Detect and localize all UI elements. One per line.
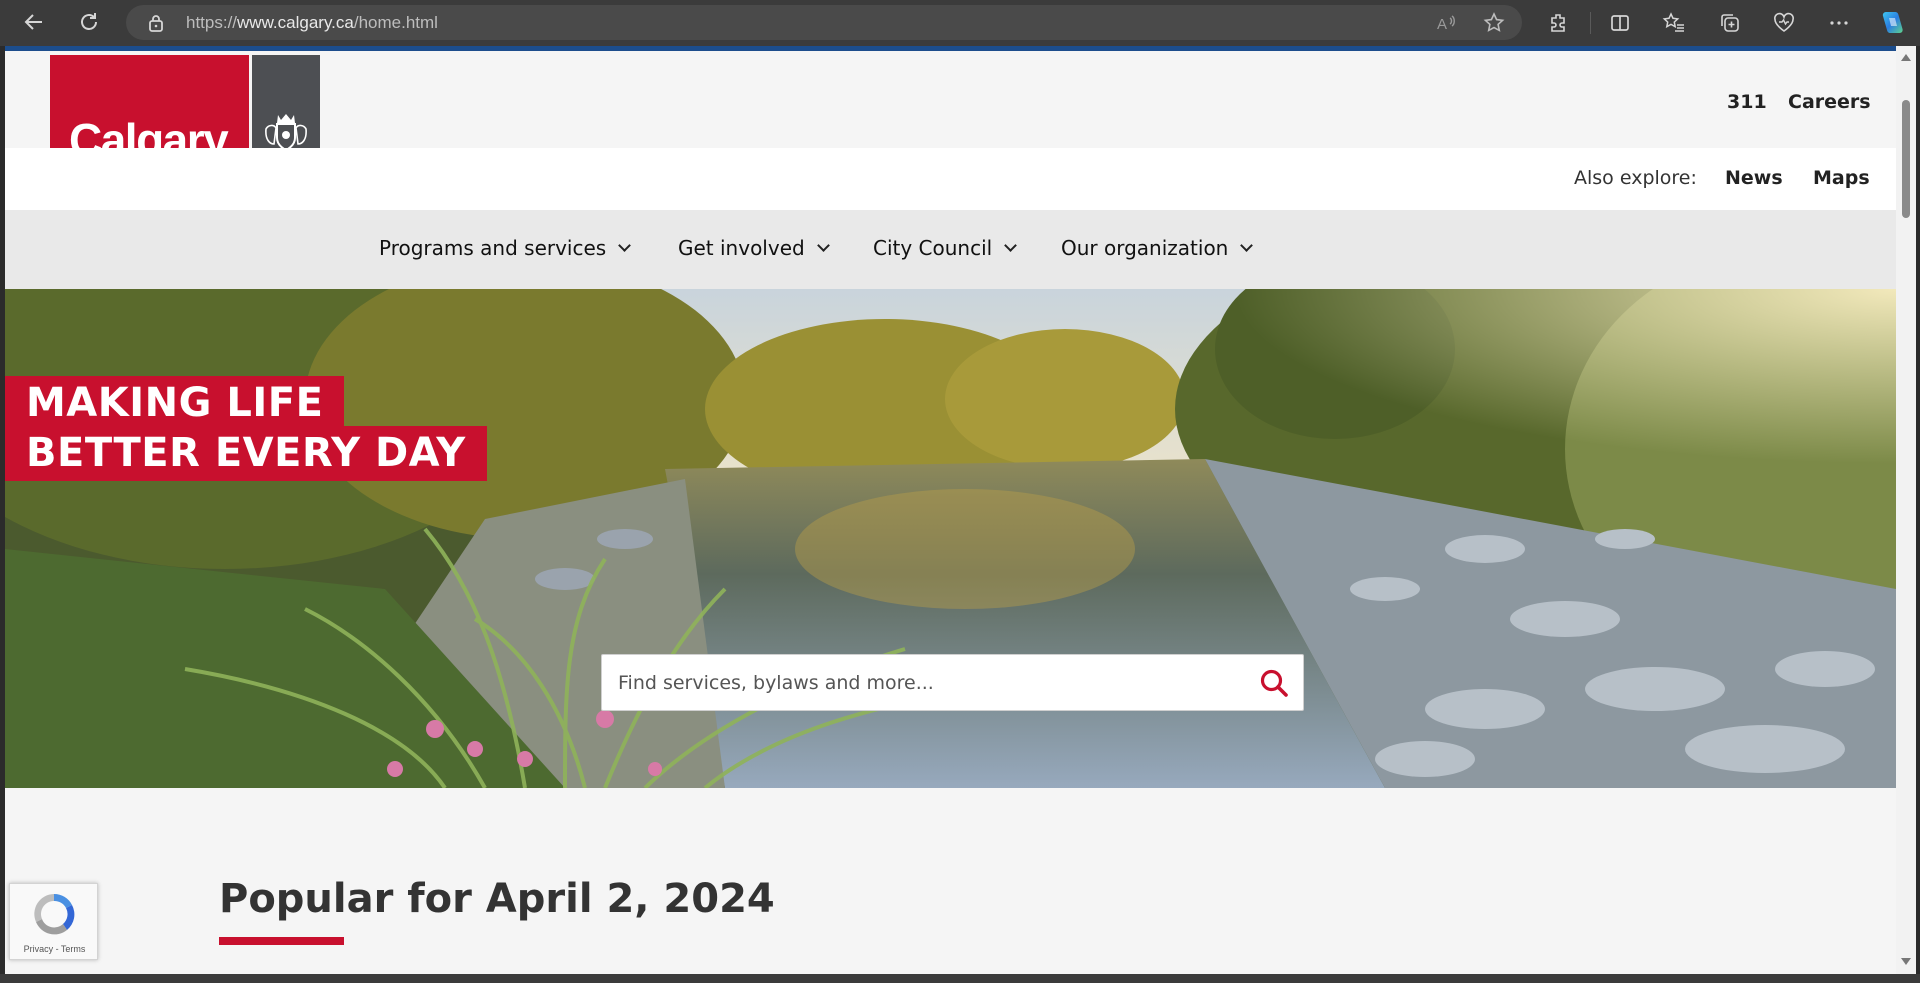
window-bottom-edge bbox=[0, 974, 1920, 983]
nav-item-label: Programs and services bbox=[379, 236, 607, 260]
refresh-icon[interactable] bbox=[71, 4, 107, 40]
hero-banner: MAKING LIFE BETTER EVERY DAY bbox=[5, 289, 1896, 788]
copilot-icon[interactable] bbox=[1874, 5, 1910, 41]
back-icon[interactable] bbox=[16, 4, 52, 40]
lock-icon[interactable] bbox=[148, 14, 164, 36]
scroll-down-arrow-icon[interactable] bbox=[1901, 958, 1911, 965]
search-icon[interactable] bbox=[1259, 668, 1289, 702]
search-input[interactable] bbox=[618, 655, 1238, 710]
favorite-star-icon[interactable] bbox=[1482, 11, 1506, 39]
chevron-down-icon bbox=[816, 238, 830, 252]
heading-underline bbox=[219, 937, 344, 945]
main-navigation: Programs and services Get involved City … bbox=[5, 210, 1896, 289]
collections-icon[interactable] bbox=[1712, 5, 1748, 41]
extensions-icon[interactable] bbox=[1541, 5, 1577, 41]
link-careers[interactable]: Careers bbox=[1788, 91, 1871, 113]
nav-item-label: Our organization bbox=[1061, 236, 1229, 260]
read-aloud-icon[interactable]: A bbox=[1436, 12, 1458, 38]
page-scrollbar[interactable] bbox=[1896, 46, 1916, 974]
recaptcha-badge[interactable]: Privacy - Terms bbox=[9, 883, 98, 960]
url-path: /home.html bbox=[353, 13, 438, 32]
address-bar[interactable]: https://www.calgary.ca/home.html A bbox=[126, 5, 1522, 40]
split-screen-icon[interactable] bbox=[1602, 5, 1638, 41]
scroll-up-arrow-icon[interactable] bbox=[1901, 54, 1911, 61]
url-text[interactable]: https://www.calgary.ca/home.html bbox=[186, 5, 438, 40]
favorites-icon[interactable] bbox=[1656, 5, 1692, 41]
popular-heading: Popular for April 2, 2024 bbox=[219, 876, 775, 922]
also-explore-label: Also explore: bbox=[1574, 167, 1697, 189]
web-page: Calgary 311 Careers Also explore: News M… bbox=[5, 46, 1896, 974]
url-host: www.calgary.ca bbox=[237, 13, 354, 32]
recaptcha-icon bbox=[34, 893, 75, 935]
chevron-down-icon bbox=[618, 238, 632, 252]
chevron-down-icon bbox=[1240, 238, 1254, 252]
browser-essentials-icon[interactable] bbox=[1766, 5, 1802, 41]
url-prefix: https:// bbox=[186, 13, 238, 32]
chevron-down-icon bbox=[1004, 238, 1018, 252]
nav-our-organization[interactable]: Our organization bbox=[1061, 236, 1254, 260]
scrollbar-thumb[interactable] bbox=[1902, 100, 1910, 218]
hero-tagline-line-2: BETTER EVERY DAY bbox=[5, 426, 487, 481]
nav-item-label: Get involved bbox=[678, 236, 805, 260]
link-news[interactable]: News bbox=[1725, 167, 1783, 189]
browser-toolbar: https://www.calgary.ca/home.html A bbox=[0, 0, 1920, 46]
link-maps[interactable]: Maps bbox=[1813, 167, 1870, 189]
toolbar-separator bbox=[1590, 12, 1591, 34]
nav-programs-and-services[interactable]: Programs and services bbox=[379, 236, 632, 260]
hero-tagline-line-1: MAKING LIFE bbox=[5, 376, 345, 431]
site-search-box bbox=[601, 654, 1304, 711]
river-landscape-image bbox=[5, 289, 1896, 788]
nav-item-label: City Council bbox=[873, 236, 993, 260]
svg-text:A: A bbox=[1437, 16, 1447, 33]
recaptcha-privacy-terms[interactable]: Privacy - Terms bbox=[10, 944, 99, 954]
nav-city-council[interactable]: City Council bbox=[873, 236, 1018, 260]
page-loading-bar bbox=[5, 46, 1896, 51]
more-icon[interactable] bbox=[1821, 5, 1857, 41]
link-311[interactable]: 311 bbox=[1727, 91, 1767, 113]
nav-get-involved[interactable]: Get involved bbox=[678, 236, 830, 260]
